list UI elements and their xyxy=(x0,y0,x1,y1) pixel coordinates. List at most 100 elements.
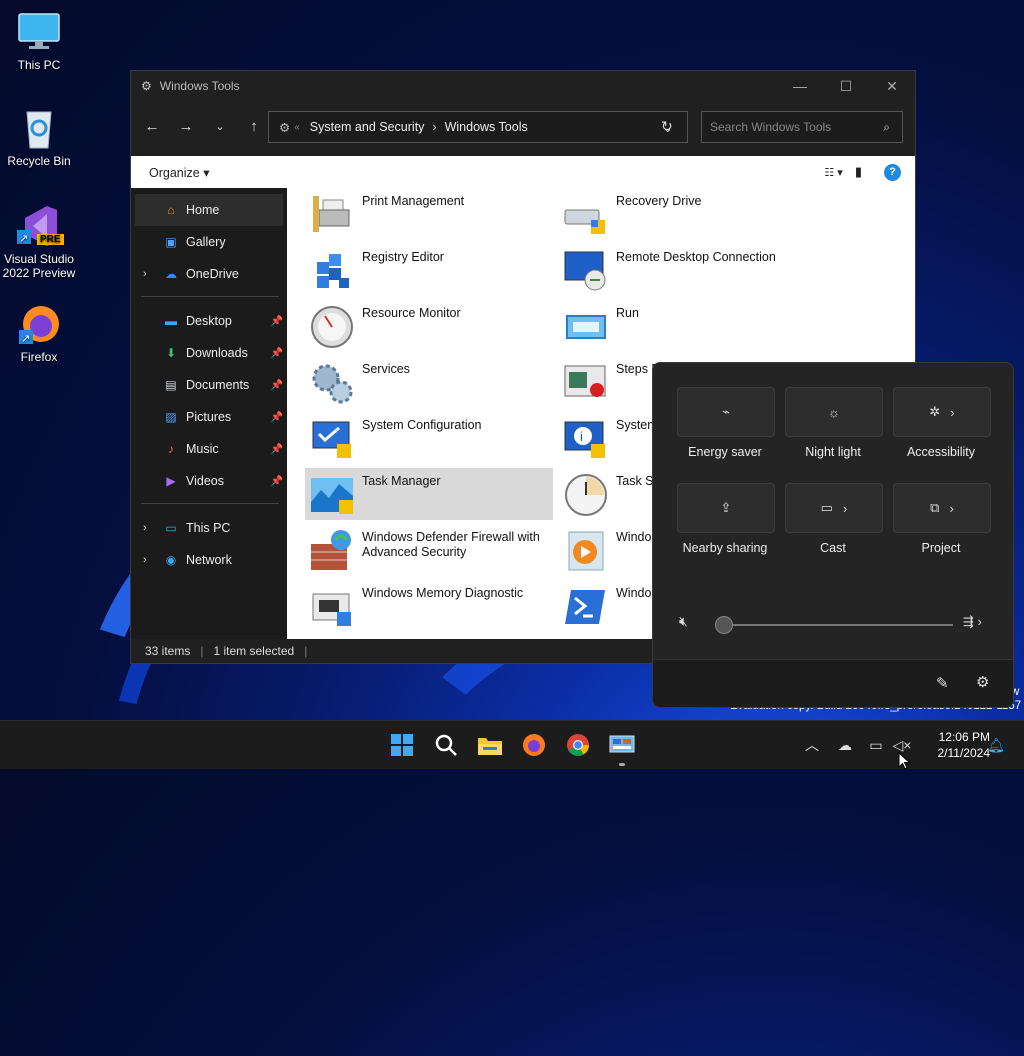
window-title: Windows Tools xyxy=(159,79,240,93)
file-item[interactable]: System Configuration xyxy=(305,412,553,464)
address-bar[interactable]: ⚙ « System and Security › Windows Tools … xyxy=(268,111,688,143)
divider xyxy=(141,296,279,297)
file-item[interactable]: Run xyxy=(559,300,807,352)
project-button[interactable]: ⧉ › xyxy=(893,483,991,533)
svg-text:↗: ↗ xyxy=(21,333,30,345)
breadcrumb-item[interactable]: Windows Tools xyxy=(445,120,528,134)
cloud-icon: ☁ xyxy=(838,736,852,753)
file-item[interactable]: Windows Memory Diagnostic xyxy=(305,580,553,632)
tile-label: Nearby sharing xyxy=(682,541,768,555)
file-item[interactable]: Remote Desktop Connection xyxy=(559,244,807,296)
desktop-icon-firefox[interactable]: ↗ Firefox xyxy=(2,302,76,364)
show-hidden-icons-button[interactable]: ︿ xyxy=(802,721,822,769)
divider xyxy=(141,503,279,504)
file-item[interactable]: Windows Defender Firewall with Advanced … xyxy=(305,524,553,576)
file-item-selected[interactable]: Task Manager xyxy=(305,468,553,520)
desktop-icon-visual-studio[interactable]: ↗ PRE Visual Studio 2022 Preview xyxy=(2,204,76,280)
windows-tools-taskbar-button[interactable] xyxy=(606,729,638,761)
network-tray-icon[interactable]: ▭ xyxy=(864,721,888,769)
cast-button[interactable]: ▭ › xyxy=(785,483,883,533)
cloud-icon: ☁ xyxy=(165,267,177,281)
chevron-up-icon: ︿ xyxy=(805,737,819,753)
forward-button[interactable]: → xyxy=(169,118,203,135)
night-light-button[interactable]: ☼ xyxy=(785,387,883,437)
home-icon: ⌂ xyxy=(167,203,175,217)
energy-saver-icon: ⌁ xyxy=(722,404,730,419)
details-pane-icon[interactable]: ▮ xyxy=(855,164,862,180)
sidebar-item-videos[interactable]: ▶ Videos 📌 xyxy=(131,465,287,497)
navigation-pane: ⌂ Home ▣ Gallery › ☁ OneDrive ▬ Desktop … xyxy=(131,188,287,639)
control-panel-icon xyxy=(609,735,635,753)
volume-slider-track[interactable] xyxy=(723,624,953,626)
pictures-icon: ▨ xyxy=(165,410,177,424)
sidebar-item-home[interactable]: ⌂ Home xyxy=(135,194,283,226)
run-icon xyxy=(563,304,609,350)
sidebar-item-pictures[interactable]: ▨ Pictures 📌 xyxy=(131,401,287,433)
ethernet-icon: ▭ xyxy=(869,736,883,753)
recent-locations-button[interactable]: ⌄ xyxy=(203,120,237,133)
firefox-icon: ↗ xyxy=(17,302,61,346)
search-input[interactable]: Search Windows Tools xyxy=(710,120,831,134)
system-configuration-icon xyxy=(309,416,355,462)
file-item[interactable]: Registry Editor xyxy=(305,244,553,296)
sidebar-item-onedrive[interactable]: › ☁ OneDrive xyxy=(131,258,287,290)
breadcrumb-item[interactable]: System and Security xyxy=(310,120,425,134)
minimize-button[interactable]: — xyxy=(777,78,823,95)
sidebar-item-music[interactable]: ♪ Music 📌 xyxy=(131,433,287,465)
sidebar-item-documents[interactable]: ▤ Documents 📌 xyxy=(131,369,287,401)
search-box[interactable]: Search Windows Tools ⌕ xyxy=(701,111,903,143)
search-button[interactable] xyxy=(430,729,462,761)
energy-saver-button[interactable]: ⌁ xyxy=(677,387,775,437)
onedrive-tray-icon[interactable]: ☁ xyxy=(834,721,856,769)
accessibility-button[interactable]: ✲ › xyxy=(893,387,991,437)
windows-tools-icon: ⚙ xyxy=(141,79,152,93)
divider: | xyxy=(200,644,204,658)
maximize-button[interactable]: ☐ xyxy=(823,78,869,95)
sidebar-item-gallery[interactable]: ▣ Gallery xyxy=(131,226,287,258)
clock[interactable]: 12:06 PM 2/11/2024 xyxy=(920,729,991,761)
volume-slider-thumb[interactable] xyxy=(715,616,733,634)
printer-icon xyxy=(309,192,355,238)
sidebar-item-this-pc[interactable]: › ▭ This PC xyxy=(131,512,287,544)
recycle-bin-icon xyxy=(17,106,61,150)
organize-button[interactable]: Organize ▾ xyxy=(149,165,209,180)
monitor-icon: ▭ xyxy=(165,521,177,535)
sidebar-item-desktop[interactable]: ▬ Desktop 📌 xyxy=(131,305,287,337)
file-item[interactable]: Services xyxy=(305,356,553,408)
refresh-icon[interactable]: ↻ xyxy=(661,118,673,135)
up-button[interactable]: ↑ xyxy=(237,118,271,135)
chevron-left-icon: « xyxy=(294,121,300,133)
speaker-muted-icon[interactable]: 🔇︎ xyxy=(679,613,688,630)
edit-pencil-icon[interactable]: ✎ xyxy=(936,674,949,692)
settings-gear-icon[interactable]: ⚙ xyxy=(976,673,989,691)
command-bar: Organize ▾ ☷ ▾ ▮ ? xyxy=(131,156,915,188)
desktop-icon-recycle-bin[interactable]: Recycle Bin xyxy=(2,106,76,168)
close-button[interactable]: ✕ xyxy=(869,78,915,95)
tile-label: Cast xyxy=(820,541,846,555)
desktop-icon-this-pc[interactable]: This PC xyxy=(2,10,76,72)
tile-label: Project xyxy=(921,541,961,555)
view-options-button[interactable]: ☷ ▾ xyxy=(824,166,842,179)
title-bar[interactable]: ⚙ Windows Tools — ☐ ✕ xyxy=(131,71,915,101)
file-explorer-taskbar-button[interactable] xyxy=(474,729,506,761)
chrome-taskbar-button[interactable] xyxy=(562,729,594,761)
sidebar-item-downloads[interactable]: ⬇ Downloads 📌 xyxy=(131,337,287,369)
chevron-right-icon[interactable]: › xyxy=(143,268,147,280)
sidebar-item-network[interactable]: › ◉ Network xyxy=(131,544,287,576)
back-button[interactable]: ← xyxy=(135,118,169,135)
powershell-icon xyxy=(563,584,609,630)
file-item[interactable]: Recovery Drive xyxy=(559,188,807,240)
chevron-right-icon[interactable]: › xyxy=(143,554,147,566)
notification-bell-icon[interactable]: 🔔︎ xyxy=(986,721,1006,769)
nearby-sharing-button[interactable]: ⇪ xyxy=(677,483,775,533)
firefox-taskbar-button[interactable] xyxy=(518,729,550,761)
svg-text:i: i xyxy=(580,429,583,444)
help-icon[interactable]: ? xyxy=(884,163,901,181)
file-item[interactable]: Print Management xyxy=(305,188,553,240)
visual-studio-icon: ↗ PRE xyxy=(17,204,64,248)
network-icon: ◉ xyxy=(165,553,177,567)
file-item[interactable]: Resource Monitor xyxy=(305,300,553,352)
chevron-right-icon[interactable]: › xyxy=(143,522,147,534)
start-button[interactable] xyxy=(386,729,418,761)
audio-output-icon[interactable]: ⇶ › xyxy=(963,614,982,630)
